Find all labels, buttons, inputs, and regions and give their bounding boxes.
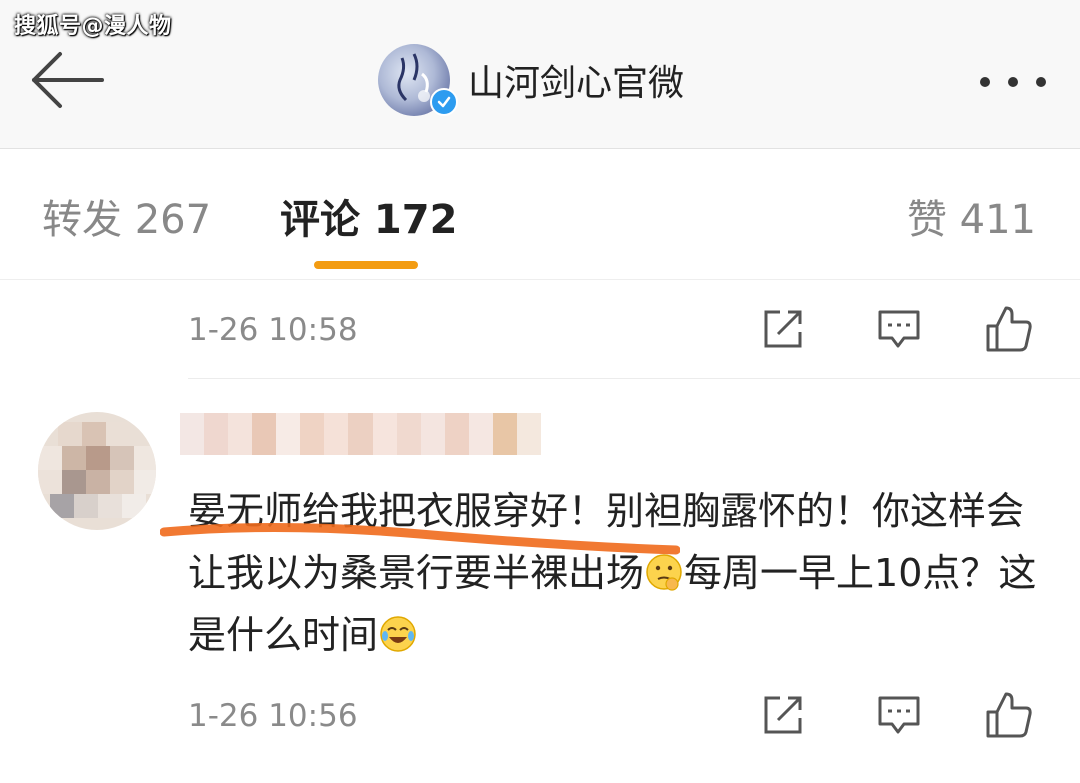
comment-time-2: 1-26 10:56 (188, 698, 358, 734)
account-header[interactable]: 山河剑心官微 (378, 40, 684, 120)
tab-comments[interactable]: 评论 172 (280, 187, 457, 245)
share-icon (764, 310, 802, 348)
thinking-face-icon (646, 554, 682, 591)
divider (188, 378, 1080, 379)
more-button[interactable] (975, 62, 1055, 102)
reply-button-2[interactable] (874, 690, 924, 740)
watermark: 搜狐号@漫人物 (14, 14, 172, 39)
back-button[interactable] (28, 48, 108, 112)
comment-meta-row: 1-26 10:58 (188, 300, 1048, 360)
comment-meta-row-2: 1-26 10:56 (188, 686, 1048, 746)
share-button[interactable] (758, 304, 808, 354)
tab-likes[interactable]: 赞 411 (907, 187, 1036, 245)
comment-icon (878, 310, 920, 348)
verified-badge (430, 88, 458, 116)
share-icon (764, 696, 802, 734)
active-tab-indicator (314, 261, 418, 269)
laughing-crying-icon (380, 616, 416, 652)
arrow-left-icon (32, 52, 104, 108)
thumbs-up-icon (986, 306, 1032, 352)
thumbs-up-icon (986, 692, 1032, 738)
like-button[interactable] (984, 304, 1034, 354)
comment-icon (878, 696, 920, 734)
reply-button[interactable] (874, 304, 924, 354)
like-button-2[interactable] (984, 690, 1034, 740)
comment-time: 1-26 10:58 (188, 312, 358, 348)
check-icon (437, 96, 451, 108)
share-button-2[interactable] (758, 690, 808, 740)
account-name[interactable]: 山河剑心官微 (468, 54, 684, 106)
more-dots-icon (980, 77, 1046, 87)
commenter-name-blurred[interactable] (180, 413, 565, 455)
avatar[interactable] (378, 44, 458, 116)
tab-bar: 转发 267 评论 172 赞 411 (0, 149, 1080, 280)
comment-text: 晏无师给我把衣服穿好！别袒胸露怀的！你这样会让我以为桑景行要半裸出场 每周一早上1… (188, 480, 1058, 666)
tab-repost[interactable]: 转发 267 (42, 187, 211, 245)
commenter-avatar[interactable] (38, 412, 156, 530)
